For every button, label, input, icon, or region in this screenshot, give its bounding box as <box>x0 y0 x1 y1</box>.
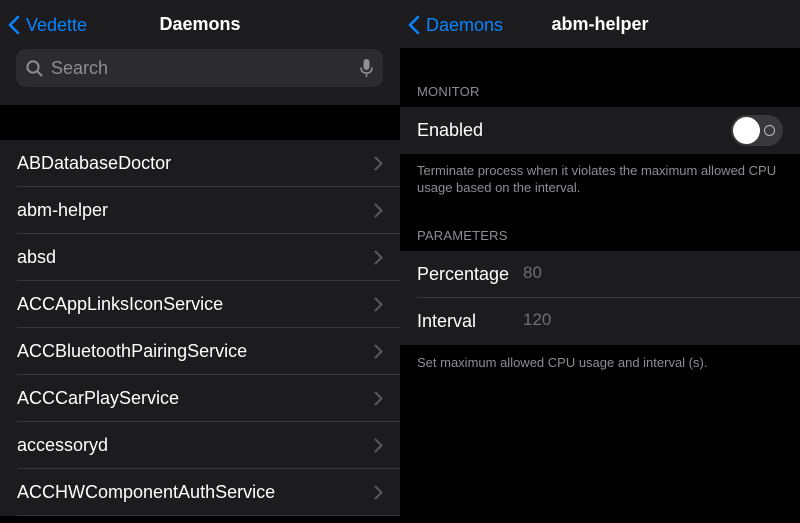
chevron-right-icon <box>374 203 383 218</box>
percentage-cell: Percentage <box>400 251 800 298</box>
enabled-label: Enabled <box>417 120 484 140</box>
monitor-footer: Terminate process when it violates the m… <box>417 163 777 195</box>
chevron-right-icon <box>374 156 383 171</box>
list-item[interactable]: ACCHWComponentAuthService <box>0 469 400 516</box>
parameters-footer: Set maximum allowed CPU usage and interv… <box>417 355 708 370</box>
daemons-list: ABDatabaseDoctor abm-helper absd ACCAppL… <box>0 140 400 516</box>
daemons-nav-bar: Vedette Daemons <box>0 0 400 105</box>
percentage-label: Percentage <box>417 264 510 284</box>
list-item-label: ACCHWComponentAuthService <box>17 482 276 502</box>
list-item-label: abm-helper <box>17 200 109 220</box>
page-title: Daemons <box>159 14 241 34</box>
interval-label: Interval <box>417 311 477 331</box>
list-item[interactable]: absd <box>0 234 400 281</box>
daemon-detail-pane: Daemons abm-helper MONITOR Enabled Termi… <box>400 0 800 523</box>
enabled-cell: Enabled <box>400 107 800 154</box>
chevron-right-icon <box>374 438 383 453</box>
list-item-label: accessoryd <box>17 435 109 455</box>
list-item-label: ABDatabaseDoctor <box>17 153 172 173</box>
search-input[interactable] <box>51 57 360 79</box>
interval-cell: Interval <box>400 298 800 345</box>
chevron-right-icon <box>374 250 383 265</box>
toggle-off-indicator-icon <box>764 125 775 136</box>
chevron-right-icon <box>374 391 383 406</box>
list-item[interactable]: ABDatabaseDoctor <box>0 140 400 187</box>
search-icon <box>26 59 43 76</box>
list-item-label: absd <box>17 247 57 267</box>
interval-field[interactable] <box>523 310 763 330</box>
chevron-right-icon <box>374 297 383 312</box>
detail-nav-bar: Daemons abm-helper <box>400 0 800 48</box>
chevron-right-icon <box>374 485 383 500</box>
search-bar[interactable] <box>16 49 383 87</box>
list-item[interactable]: ACCBluetoothPairingService <box>0 328 400 375</box>
section-header-monitor: MONITOR <box>417 84 480 99</box>
list-item-label: ACCBluetoothPairingService <box>17 341 248 361</box>
microphone-icon[interactable] <box>360 58 373 78</box>
detail-title: abm-helper <box>551 14 649 34</box>
list-item-label: ACCAppLinksIconService <box>17 294 224 314</box>
list-item-label: ACCCarPlayService <box>17 388 180 408</box>
chevron-right-icon <box>374 344 383 359</box>
daemons-list-pane: Vedette Daemons ABDatabaseDoctor abm-hel… <box>0 0 400 523</box>
list-item[interactable]: abm-helper <box>0 187 400 234</box>
list-item[interactable]: ACCAppLinksIconService <box>0 281 400 328</box>
list-item[interactable]: ACCCarPlayService <box>0 375 400 422</box>
section-header-parameters: PARAMETERS <box>417 228 508 243</box>
toggle-knob <box>733 117 760 144</box>
enabled-toggle[interactable] <box>731 115 783 146</box>
percentage-field[interactable] <box>523 263 763 283</box>
list-item[interactable]: accessoryd <box>0 422 400 469</box>
